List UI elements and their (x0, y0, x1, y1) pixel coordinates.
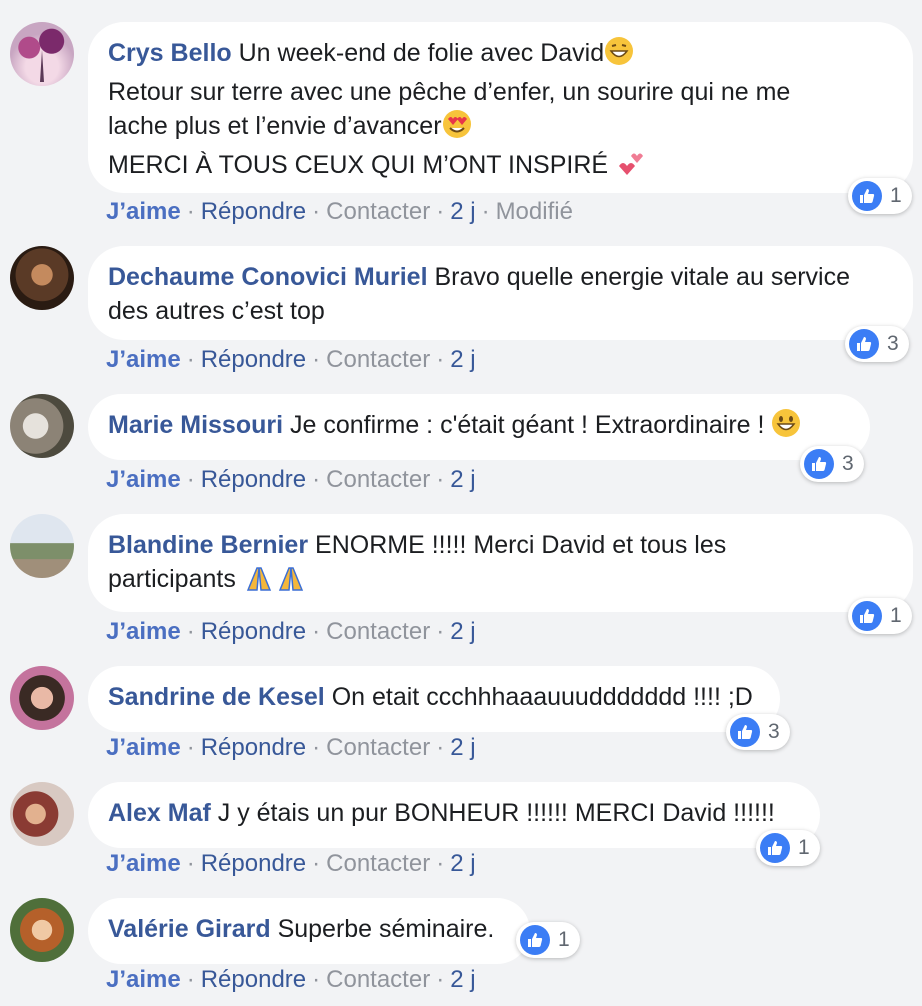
like-thumb-icon (760, 833, 790, 863)
comment-actions: J’aime · Répondre · Contacter · 2 j (106, 466, 476, 493)
like-thumb-icon (849, 329, 879, 359)
reaction-count[interactable]: 1 (756, 830, 820, 866)
comment-bubble: Marie Missouri Je confirme : c'était géa… (88, 394, 870, 460)
timestamp-link[interactable]: 2 j (450, 734, 475, 761)
like-link[interactable]: J’aime (106, 618, 181, 645)
folded-hands-emoji-icon (243, 562, 307, 601)
comment-bubble: Alex Maf J y étais un pur BONHEUR !!!!!!… (88, 782, 820, 848)
reaction-count-value: 1 (890, 184, 902, 207)
grin-emoji-icon (604, 36, 634, 75)
reply-link[interactable]: Répondre (201, 466, 306, 493)
comment-actions: J’aime · Répondre · Contacter · 2 j (106, 734, 476, 761)
contact-link[interactable]: Contacter (326, 346, 430, 373)
reaction-count[interactable]: 3 (726, 714, 790, 750)
heart-eyes-emoji-icon (442, 109, 472, 148)
comment-text: Je confirme : c'était géant ! Extraordin… (290, 411, 772, 439)
timestamp-link[interactable]: 2 j (450, 850, 475, 877)
comment-bubble: Sandrine de Kesel On etait ccchhhaaauuud… (88, 666, 780, 732)
author-name[interactable]: Dechaume Conovici Muriel (108, 263, 428, 291)
contact-link[interactable]: Contacter (326, 734, 430, 761)
avatar[interactable] (10, 898, 74, 962)
timestamp-link[interactable]: 2 j (450, 198, 475, 225)
like-thumb-icon (852, 601, 882, 631)
grin-emoji-icon (771, 408, 801, 447)
reaction-count[interactable]: 3 (845, 326, 909, 362)
reply-link[interactable]: Répondre (201, 346, 306, 373)
comment-text: J y étais un pur BONHEUR !!!!!! MERCI Da… (217, 799, 775, 827)
comment-actions: J’aime · Répondre · Contacter · 2 j (106, 966, 476, 993)
author-name[interactable]: Sandrine de Kesel (108, 683, 325, 711)
avatar[interactable] (10, 666, 74, 730)
author-name[interactable]: Blandine Bernier (108, 531, 308, 559)
like-link[interactable]: J’aime (106, 346, 181, 373)
avatar[interactable] (10, 782, 74, 846)
like-link[interactable]: J’aime (106, 966, 181, 993)
reply-link[interactable]: Répondre (201, 734, 306, 761)
comment-actions: J’aime · Répondre · Contacter · 2 j (106, 618, 476, 645)
comment-text: Un week-end de folie avec David (238, 39, 605, 67)
avatar[interactable] (10, 246, 74, 310)
reply-link[interactable]: Répondre (201, 618, 306, 645)
comment-bubble: Blandine Bernier ENORME !!!!! Merci Davi… (88, 514, 913, 612)
reaction-count-value: 1 (798, 836, 810, 859)
comment-actions: J’aime · Répondre · Contacter · 2 j · Modifié (106, 198, 573, 225)
author-name[interactable]: Alex Maf (108, 799, 211, 827)
reaction-count-value: 3 (842, 452, 854, 475)
comment-bubble: Valérie Girard Superbe séminaire. (88, 898, 530, 964)
reaction-count-value: 1 (890, 604, 902, 627)
contact-link[interactable]: Contacter (326, 198, 430, 225)
two-hearts-emoji-icon (615, 148, 647, 187)
contact-link[interactable]: Contacter (326, 966, 430, 993)
reply-link[interactable]: Répondre (201, 966, 306, 993)
comment-bubble: Crys Bello Un week-end de folie avec Dav… (88, 22, 913, 193)
comment-text: Retour sur terre avec une pêche d’enfer,… (108, 78, 791, 106)
reaction-count[interactable]: 1 (516, 922, 580, 958)
timestamp-link[interactable]: 2 j (450, 618, 475, 645)
comment-text: ENORME !!!!! Merci David et tous les (315, 531, 727, 559)
reaction-count[interactable]: 1 (848, 178, 912, 214)
reaction-count-value: 3 (887, 332, 899, 355)
comment-text: On etait ccchhhaaauuuddddddd !!!! ;D (331, 683, 753, 711)
reaction-count[interactable]: 3 (800, 446, 864, 482)
author-name[interactable]: Marie Missouri (108, 411, 283, 439)
reply-link[interactable]: Répondre (201, 850, 306, 877)
timestamp-link[interactable]: 2 j (450, 966, 475, 993)
reply-link[interactable]: Répondre (201, 198, 306, 225)
comment-text: participants (108, 565, 243, 593)
like-link[interactable]: J’aime (106, 850, 181, 877)
author-name[interactable]: Valérie Girard (108, 915, 271, 943)
like-thumb-icon (804, 449, 834, 479)
avatar[interactable] (10, 22, 74, 86)
author-name[interactable]: Crys Bello (108, 39, 232, 67)
like-link[interactable]: J’aime (106, 466, 181, 493)
timestamp-link[interactable]: 2 j (450, 466, 475, 493)
contact-link[interactable]: Contacter (326, 618, 430, 645)
like-thumb-icon (520, 925, 550, 955)
comment-text: Superbe séminaire. (277, 915, 495, 943)
avatar[interactable] (10, 394, 74, 458)
avatar[interactable] (10, 514, 74, 578)
like-link[interactable]: J’aime (106, 198, 181, 225)
like-link[interactable]: J’aime (106, 734, 181, 761)
avatar-image-icon (40, 50, 44, 82)
comment-bubble: Dechaume Conovici Muriel Bravo quelle en… (88, 246, 913, 340)
comment-text: lache plus et l’envie d’avancer (108, 112, 442, 140)
timestamp-link[interactable]: 2 j (450, 346, 475, 373)
like-thumb-icon (730, 717, 760, 747)
comment-text: MERCI À TOUS CEUX QUI M’ONT INSPIRÉ (108, 151, 616, 179)
comment-text: Bravo quelle energie vitale au service (434, 263, 850, 291)
edited-label[interactable]: Modifié (496, 198, 573, 225)
comment-actions: J’aime · Répondre · Contacter · 2 j (106, 346, 476, 373)
contact-link[interactable]: Contacter (326, 850, 430, 877)
reaction-count-value: 3 (768, 720, 780, 743)
reaction-count[interactable]: 1 (848, 598, 912, 634)
like-thumb-icon (852, 181, 882, 211)
comment-text: des autres c’est top (108, 297, 325, 325)
contact-link[interactable]: Contacter (326, 466, 430, 493)
reaction-count-value: 1 (558, 928, 570, 951)
comment-actions: J’aime · Répondre · Contacter · 2 j (106, 850, 476, 877)
